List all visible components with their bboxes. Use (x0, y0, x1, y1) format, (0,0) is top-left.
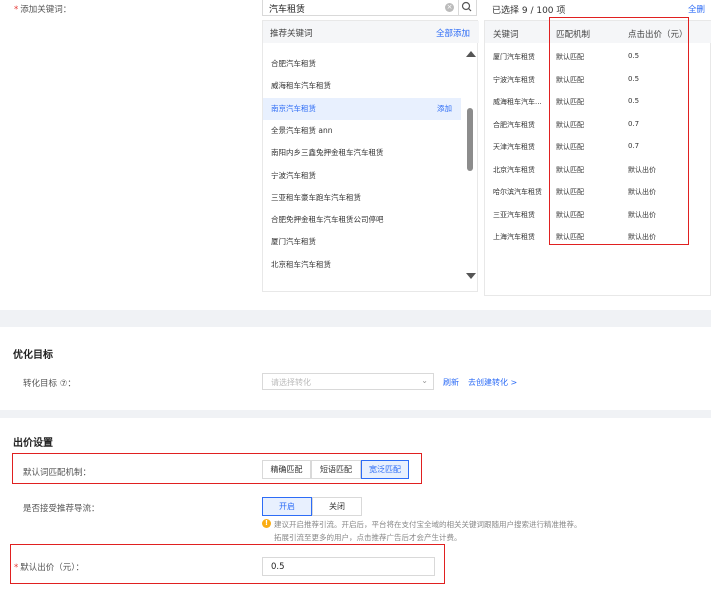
recommend-item[interactable]: 北京租车汽车租赁 (263, 254, 461, 276)
add-keyword-link[interactable]: 添加 (437, 98, 452, 120)
search-button[interactable] (459, 0, 477, 16)
cell-keyword: 上海汽车租赁 (493, 233, 535, 241)
add-keyword-label: * 添加关键词： (14, 5, 72, 15)
cell-keyword: 宁波汽车租赁 (493, 75, 535, 84)
cell-keyword: 北京汽车租赁 (493, 165, 535, 174)
scroll-down-icon[interactable] (466, 273, 476, 279)
recommend-item-label: 合肥汽车租赁 (271, 59, 316, 68)
keyword-search-input[interactable]: 汽车租赁 × (262, 0, 459, 16)
hint-line-1: 建议开启推荐引流。开启后，平台将在支付宝全域的相关关键词跟随用户搜索进行精准推荐… (274, 520, 582, 529)
recommend-item[interactable]: 厦门汽车租赁 (263, 231, 461, 253)
highlight-box-match-bid (549, 17, 689, 245)
highlight-box-default-bid (10, 544, 445, 584)
add-all-link[interactable]: 全部添加 (436, 27, 470, 39)
convert-target-label: 转化目标 ⑦： (23, 379, 76, 389)
recommend-flow-label: 是否接受推荐导流： (23, 504, 100, 514)
recommend-off-button[interactable]: 关闭 (312, 497, 362, 516)
cell-keyword: 厦门汽车租赁 (493, 53, 535, 61)
refresh-link[interactable]: 刷新 (443, 377, 459, 388)
selected-count: 已选择 9 / 100 项 (492, 6, 566, 16)
scroll-up-icon[interactable] (466, 51, 476, 57)
scroll-thumb[interactable] (467, 108, 473, 171)
recommend-item[interactable]: 宁波汽车租赁 (263, 165, 461, 187)
recommend-item-label: 全景汽车租赁 ann (271, 125, 333, 135)
recommend-on-button[interactable]: 开启 (262, 497, 312, 516)
optimize-title: 优化目标 (13, 350, 53, 361)
hint-line-2: 拓展引流至更多的用户，点击推荐广告后才会产生计费。 (274, 533, 462, 542)
warning-icon: ! (262, 519, 271, 528)
recommend-keyword-panel: 推荐关键词 全部添加 合肥汽车租赁威海租车汽车租赁 南京汽车租赁 添加全景汽车租赁 … (262, 20, 479, 292)
cell-keyword: 合肥汽车租赁 (493, 120, 535, 129)
keyword-card: * 添加关键词： 汽车租赁 × 推荐关键词 全部添加 合肥汽车租赁 威海租车汽车租赁… (0, 0, 711, 310)
recommend-item[interactable]: 全景汽车租赁 ann (263, 120, 461, 142)
clear-all-link[interactable]: 全删 (688, 3, 705, 15)
recommend-item-label: 厦门汽车租赁 (271, 237, 316, 247)
recommend-item-label: 南京汽车租赁 (271, 103, 316, 113)
col-keyword: 关键词 (493, 30, 519, 40)
recommend-header: 推荐关键词 全部添加 (263, 21, 479, 43)
scrollbar[interactable] (462, 43, 478, 291)
bid-title: 出价设置 (13, 438, 53, 449)
highlight-box-match-mode (12, 453, 422, 484)
create-convert-link[interactable]: 去创建转化 > (468, 377, 517, 388)
cell-keyword: 天津汽车租赁 (493, 143, 535, 151)
cell-keyword: 三亚汽车租赁 (493, 210, 535, 219)
recommend-item-label: 三亚租车豪车跑车汽车租赁 (271, 192, 361, 202)
search-icon (461, 1, 472, 12)
optimize-card: 优化目标 转化目标 ⑦： (0, 327, 711, 410)
cell-keyword: 威海租车汽车... (493, 98, 542, 106)
recommend-item-label: 北京租车汽车租赁 (271, 259, 331, 269)
recommend-item-label: 合肥免押金租车汽车租赁公司停吧 (271, 215, 384, 225)
recommend-item-label: 南阳内乡三鑫兔押金租车汽车租赁 (271, 148, 384, 158)
recommend-item[interactable]: 南阳内乡三鑫兔押金租车汽车租赁 (263, 142, 461, 164)
recommend-item[interactable]: 威海租车汽车租赁 (263, 75, 461, 97)
recommend-item[interactable]: 南京汽车租赁 添加 (263, 97, 461, 120)
convert-target-select[interactable]: 请选择转化 ⌄ (262, 373, 434, 390)
cell-keyword: 哈尔滨汽车租赁 (493, 188, 542, 196)
chevron-down-icon: ⌄ (421, 376, 428, 385)
recommend-item[interactable]: 三亚租车豪车跑车汽车租赁 (263, 187, 461, 209)
recommend-item[interactable]: 合肥汽车租赁 (263, 53, 461, 75)
recommend-item[interactable]: 合肥免押金租车汽车租赁公司停吧 (263, 209, 461, 231)
recommend-item-label: 威海租车汽车租赁 (271, 81, 331, 91)
recommend-item-label: 宁波汽车租赁 (271, 170, 316, 180)
clear-icon[interactable]: × (445, 3, 454, 12)
